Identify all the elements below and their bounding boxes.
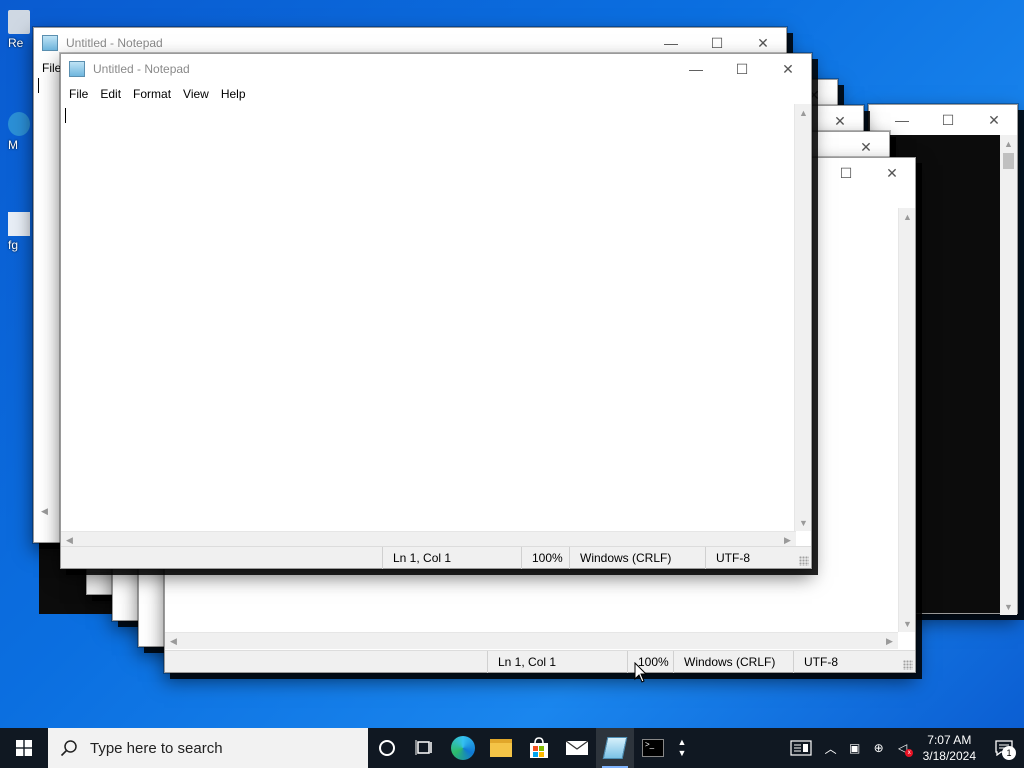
minimize-button[interactable]: — bbox=[673, 54, 719, 84]
menu-file[interactable]: File bbox=[63, 87, 94, 101]
meet-now-button[interactable]: ▣ bbox=[843, 728, 867, 768]
clock-date: 3/18/2024 bbox=[922, 749, 976, 763]
status-bar: Ln 1, Col 1 100% Windows (CRLF) UTF-8 bbox=[61, 546, 811, 569]
edge-icon bbox=[451, 736, 475, 760]
maximize-button[interactable]: ☐ bbox=[823, 158, 869, 188]
close-button[interactable]: ✕ bbox=[765, 54, 811, 84]
volume-button[interactable]: ◁ x bbox=[891, 728, 915, 768]
speaker-muted-icon: ◁ x bbox=[898, 741, 914, 757]
vertical-scrollbar[interactable]: ▲ ▼ bbox=[794, 104, 811, 531]
mouse-cursor-icon bbox=[634, 662, 648, 683]
terminal-icon: >_ bbox=[642, 739, 664, 757]
scroll-down-arrow-icon[interactable]: ▼ bbox=[899, 615, 916, 632]
notepad-taskbar-button[interactable] bbox=[596, 728, 634, 768]
menu-help[interactable]: Help bbox=[215, 87, 252, 101]
maximize-button[interactable]: ☐ bbox=[925, 105, 971, 135]
notepad-window[interactable]: Untitled - Notepad — ☐ ✕ File Edit Forma… bbox=[60, 53, 812, 569]
edge-button[interactable] bbox=[444, 728, 482, 768]
scroll-up-arrow-icon[interactable]: ▲ bbox=[899, 208, 916, 225]
news-button[interactable] bbox=[783, 728, 819, 768]
status-line-ending: Windows (CRLF) bbox=[569, 547, 671, 569]
resize-grip[interactable] bbox=[903, 660, 913, 670]
clock-time: 7:07 AM bbox=[927, 733, 972, 747]
show-hidden-icons-button[interactable]: ︿ bbox=[819, 728, 843, 768]
cortana-button[interactable] bbox=[368, 728, 406, 768]
menu-edit[interactable]: Edit bbox=[94, 87, 127, 101]
scroll-right-arrow-icon[interactable]: ▶ bbox=[881, 633, 898, 650]
task-view-icon bbox=[415, 740, 432, 755]
notification-count-badge: 1 bbox=[1002, 746, 1016, 760]
cortana-icon bbox=[379, 740, 395, 756]
notepad-icon bbox=[42, 35, 58, 51]
task-view-button[interactable] bbox=[406, 728, 444, 768]
taskbar: Type here to search >_ ▲ ▼ ︿ ▣ ⊕ ◁ x 7:0… bbox=[0, 728, 1024, 768]
window-title: Untitled - Notepad bbox=[66, 36, 163, 50]
file-icon bbox=[8, 212, 30, 236]
camera-icon: ▣ bbox=[848, 741, 861, 755]
scroll-thumb[interactable] bbox=[1003, 153, 1014, 169]
notepad-icon bbox=[602, 737, 628, 759]
menu-bar: File Edit Format View Help bbox=[61, 84, 811, 104]
status-encoding: UTF-8 bbox=[793, 651, 838, 673]
store-icon bbox=[530, 737, 548, 758]
globe-icon: ⊕ bbox=[873, 741, 884, 755]
menu-format[interactable]: Format bbox=[127, 87, 177, 101]
terminal-scrollbar[interactable]: ▲ ▼ bbox=[1000, 135, 1017, 615]
close-button[interactable]: ✕ bbox=[971, 105, 1017, 135]
search-box[interactable]: Type here to search bbox=[48, 728, 368, 768]
taskbar-overflow-button[interactable]: ▲ ▼ bbox=[672, 728, 692, 768]
scroll-left-arrow-icon[interactable]: ◀ bbox=[165, 633, 182, 650]
status-position: Ln 1, Col 1 bbox=[382, 547, 451, 569]
text-caret bbox=[65, 108, 66, 123]
status-line-ending: Windows (CRLF) bbox=[673, 651, 775, 673]
scroll-down-arrow-icon[interactable]: ▼ bbox=[1000, 598, 1017, 615]
network-button[interactable]: ⊕ bbox=[867, 728, 891, 768]
chevron-up-icon: ︿ bbox=[824, 741, 837, 756]
clock[interactable]: 7:07 AM 3/18/2024 bbox=[915, 732, 984, 764]
status-zoom: 100% bbox=[521, 547, 563, 569]
vertical-scrollbar[interactable]: ▲ ▼ bbox=[898, 208, 915, 632]
horizontal-scrollbar[interactable]: ◀ ▶ bbox=[165, 632, 898, 649]
store-button[interactable] bbox=[520, 728, 558, 768]
mail-button[interactable] bbox=[558, 728, 596, 768]
maximize-button[interactable]: ☐ bbox=[719, 54, 765, 84]
start-button[interactable] bbox=[0, 728, 48, 768]
edge-icon bbox=[8, 112, 30, 136]
terminal-titlebar[interactable]: — ☐ ✕ bbox=[869, 105, 1017, 135]
search-icon bbox=[60, 740, 77, 757]
titlebar[interactable]: Untitled - Notepad — ☐ ✕ bbox=[61, 54, 811, 84]
file-explorer-icon bbox=[490, 739, 512, 757]
close-button[interactable]: ✕ bbox=[869, 158, 915, 188]
status-bar: Ln 1, Col 1 100% Windows (CRLF) UTF-8 bbox=[165, 650, 915, 673]
text-editor[interactable] bbox=[61, 104, 796, 531]
resize-grip[interactable] bbox=[799, 556, 809, 566]
scroll-up-arrow-icon[interactable]: ▲ bbox=[1000, 135, 1017, 152]
status-encoding: UTF-8 bbox=[705, 547, 750, 569]
desktop-icon-label: M bbox=[8, 138, 18, 152]
status-position: Ln 1, Col 1 bbox=[487, 651, 556, 673]
terminal-button[interactable]: >_ bbox=[634, 728, 672, 768]
scroll-left-arrow-icon[interactable]: ◀ bbox=[36, 503, 53, 520]
scroll-up-arrow-icon[interactable]: ▲ bbox=[795, 104, 812, 121]
text-caret bbox=[38, 78, 39, 93]
search-placeholder: Type here to search bbox=[90, 739, 223, 757]
notepad-icon bbox=[69, 61, 85, 77]
menu-view[interactable]: View bbox=[177, 87, 215, 101]
file-explorer-button[interactable] bbox=[482, 728, 520, 768]
system-tray: ︿ ▣ ⊕ ◁ x 7:07 AM 3/18/2024 1 bbox=[783, 728, 1024, 768]
recycle-bin-icon bbox=[8, 10, 30, 34]
news-icon bbox=[790, 740, 812, 756]
scroll-down-arrow-icon[interactable]: ▼ bbox=[795, 514, 812, 531]
desktop-icon-label: Re bbox=[8, 36, 24, 50]
windows-logo-icon bbox=[16, 740, 32, 756]
action-center-button[interactable]: 1 bbox=[984, 728, 1024, 768]
window-title: Untitled - Notepad bbox=[93, 62, 190, 76]
chevron-up-down-icon: ▲ ▼ bbox=[677, 737, 687, 758]
mail-icon bbox=[565, 740, 589, 755]
desktop-icon-label: fg bbox=[8, 238, 19, 252]
